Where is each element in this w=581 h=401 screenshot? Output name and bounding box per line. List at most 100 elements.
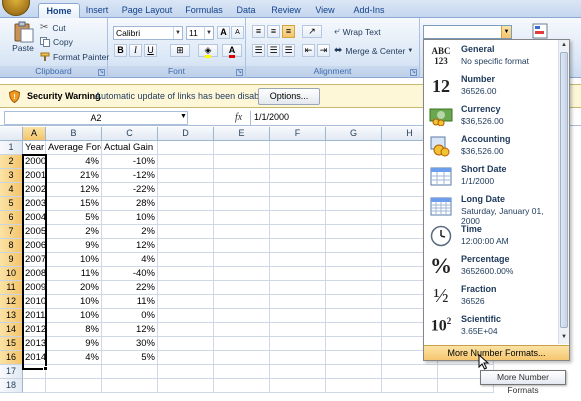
options-button[interactable]: Options...	[258, 88, 320, 105]
cell-e18[interactable]	[214, 379, 270, 393]
cell-g8[interactable]	[326, 239, 382, 253]
cell-c4[interactable]: -22%	[102, 183, 158, 197]
cell-e3[interactable]	[214, 169, 270, 183]
cell-d15[interactable]	[158, 337, 214, 351]
cell-a13[interactable]: 2011	[23, 309, 46, 323]
row-header-6[interactable]: 6	[0, 211, 23, 225]
cell-f6[interactable]	[270, 211, 326, 225]
cell-b15[interactable]: 9%	[46, 337, 102, 351]
cell-d8[interactable]	[158, 239, 214, 253]
cell-b7[interactable]: 2%	[46, 225, 102, 239]
column-header-f[interactable]: F	[270, 127, 326, 141]
cell-c10[interactable]: -40%	[102, 267, 158, 281]
cell-e14[interactable]	[214, 323, 270, 337]
copy-button[interactable]: Copy	[40, 37, 73, 47]
cell-g2[interactable]	[326, 155, 382, 169]
dropdown-scrollbar[interactable]: ▲ ▼	[558, 40, 569, 344]
cell-f18[interactable]	[270, 379, 326, 393]
format-item-general[interactable]: ABC 123 General No specific format	[424, 41, 557, 71]
cell-b6[interactable]: 5%	[46, 211, 102, 225]
font-color-button[interactable]: A	[222, 44, 242, 58]
cell-a14[interactable]: 2012	[23, 323, 46, 337]
cell-e6[interactable]	[214, 211, 270, 225]
cell-e5[interactable]	[214, 197, 270, 211]
cell-d18[interactable]	[158, 379, 214, 393]
cell-b1[interactable]: Average Forecast	[46, 141, 102, 155]
cell-c13[interactable]: 0%	[102, 309, 158, 323]
shrink-font-button[interactable]: A	[231, 26, 244, 39]
italic-button[interactable]: I	[129, 44, 142, 57]
cell-a10[interactable]: 2008	[23, 267, 46, 281]
cell-c15[interactable]: 30%	[102, 337, 158, 351]
merge-center-button[interactable]: ⬌ Merge & Center ▼	[334, 45, 413, 56]
cell-d5[interactable]	[158, 197, 214, 211]
row-header-3[interactable]: 3	[0, 169, 23, 183]
row-header-18[interactable]: 18	[0, 379, 23, 393]
bold-button[interactable]: B	[114, 44, 127, 57]
cell-f7[interactable]	[270, 225, 326, 239]
cell-b17[interactable]	[46, 365, 102, 379]
row-header-1[interactable]: 1	[0, 141, 23, 155]
cell-g13[interactable]	[326, 309, 382, 323]
cell-f15[interactable]	[270, 337, 326, 351]
chevron-down-icon[interactable]: ▼	[173, 27, 182, 39]
tab-data[interactable]: Data	[232, 3, 260, 18]
cell-g5[interactable]	[326, 197, 382, 211]
cell-d13[interactable]	[158, 309, 214, 323]
cell-f16[interactable]	[270, 351, 326, 365]
font-name-combo[interactable]: Calibri ▼	[113, 26, 183, 40]
cell-c17[interactable]	[102, 365, 158, 379]
align-top-button[interactable]: ≡	[252, 25, 265, 38]
cell-f17[interactable]	[270, 365, 326, 379]
cell-f12[interactable]	[270, 295, 326, 309]
cell-c6[interactable]: 10%	[102, 211, 158, 225]
cell-f1[interactable]	[270, 141, 326, 155]
align-bottom-button[interactable]: ≡	[282, 25, 295, 38]
cell-g9[interactable]	[326, 253, 382, 267]
cell-c1[interactable]: Actual Gain	[102, 141, 158, 155]
align-middle-button[interactable]: ≡	[267, 25, 280, 38]
format-item-accounting[interactable]: Accounting $36,526.00	[424, 131, 557, 161]
tab-page-layout[interactable]: Page Layout	[118, 3, 176, 18]
column-header-c[interactable]: C	[102, 127, 158, 141]
select-all-corner[interactable]	[0, 127, 23, 141]
cell-a9[interactable]: 2007	[23, 253, 46, 267]
cell-e7[interactable]	[214, 225, 270, 239]
cell-c2[interactable]: -10%	[102, 155, 158, 169]
orientation-button[interactable]: ↗	[302, 25, 322, 38]
cell-f11[interactable]	[270, 281, 326, 295]
cell-g4[interactable]	[326, 183, 382, 197]
cell-d17[interactable]	[158, 365, 214, 379]
cell-c12[interactable]: 11%	[102, 295, 158, 309]
column-header-d[interactable]: D	[158, 127, 214, 141]
cell-d16[interactable]	[158, 351, 214, 365]
cell-a11[interactable]: 2009	[23, 281, 46, 295]
cell-b3[interactable]: 21%	[46, 169, 102, 183]
conditional-formatting-button[interactable]	[532, 23, 548, 39]
row-header-11[interactable]: 11	[0, 281, 23, 295]
fill-color-button[interactable]: ◈	[198, 44, 218, 58]
cell-c16[interactable]: 5%	[102, 351, 158, 365]
column-header-b[interactable]: B	[46, 127, 102, 141]
cell-a5[interactable]: 2003	[23, 197, 46, 211]
cell-d1[interactable]	[158, 141, 214, 155]
cell-a16[interactable]: 2014	[23, 351, 46, 365]
cell-g17[interactable]	[326, 365, 382, 379]
cell-d2[interactable]	[158, 155, 214, 169]
font-size-combo[interactable]: 11 ▼	[186, 26, 214, 40]
cell-h17[interactable]	[382, 365, 438, 379]
format-item-scientific[interactable]: 102 Scientific 3.65E+04	[424, 311, 557, 341]
row-header-10[interactable]: 10	[0, 267, 23, 281]
cell-c11[interactable]: 22%	[102, 281, 158, 295]
format-item-long-date[interactable]: Long Date Saturday, January 01, 2000	[424, 191, 557, 226]
cell-b11[interactable]: 20%	[46, 281, 102, 295]
cell-d6[interactable]	[158, 211, 214, 225]
underline-button[interactable]: U	[144, 44, 157, 57]
paste-button[interactable]: Paste	[8, 21, 38, 53]
scroll-down-icon[interactable]: ▼	[559, 332, 569, 342]
cell-e17[interactable]	[214, 365, 270, 379]
office-button[interactable]	[2, 0, 30, 16]
cell-b16[interactable]: 4%	[46, 351, 102, 365]
alignment-launcher-icon[interactable]: ↘	[410, 69, 417, 76]
cell-a4[interactable]: 2002	[23, 183, 46, 197]
